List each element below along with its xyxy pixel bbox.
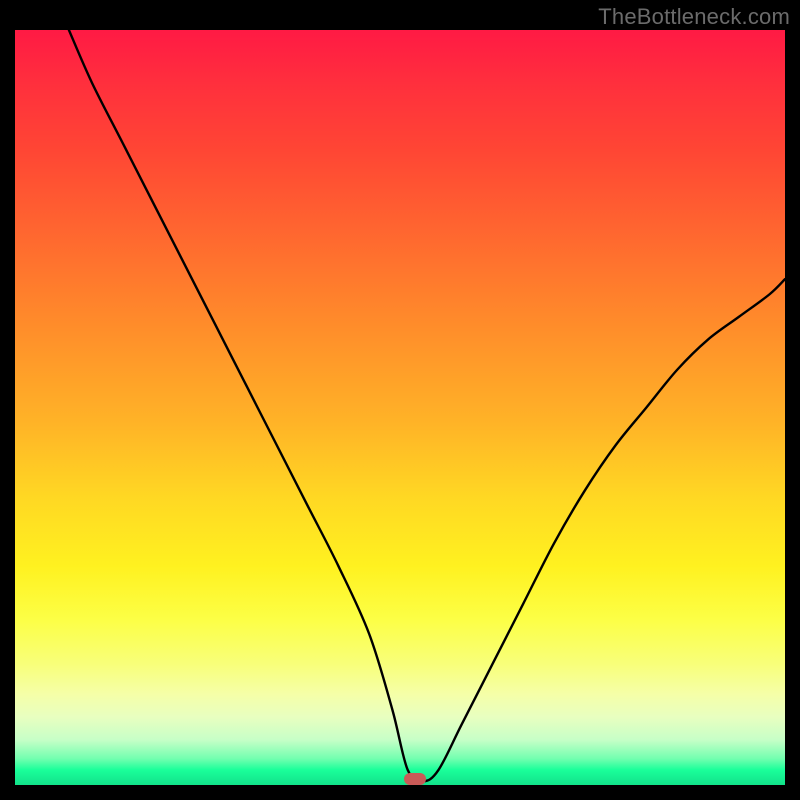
bottleneck-curve [15, 30, 785, 785]
chart-frame: TheBottleneck.com [0, 0, 800, 800]
optimal-point-marker [404, 773, 426, 785]
plot-area [15, 30, 785, 785]
watermark-text: TheBottleneck.com [598, 4, 790, 30]
